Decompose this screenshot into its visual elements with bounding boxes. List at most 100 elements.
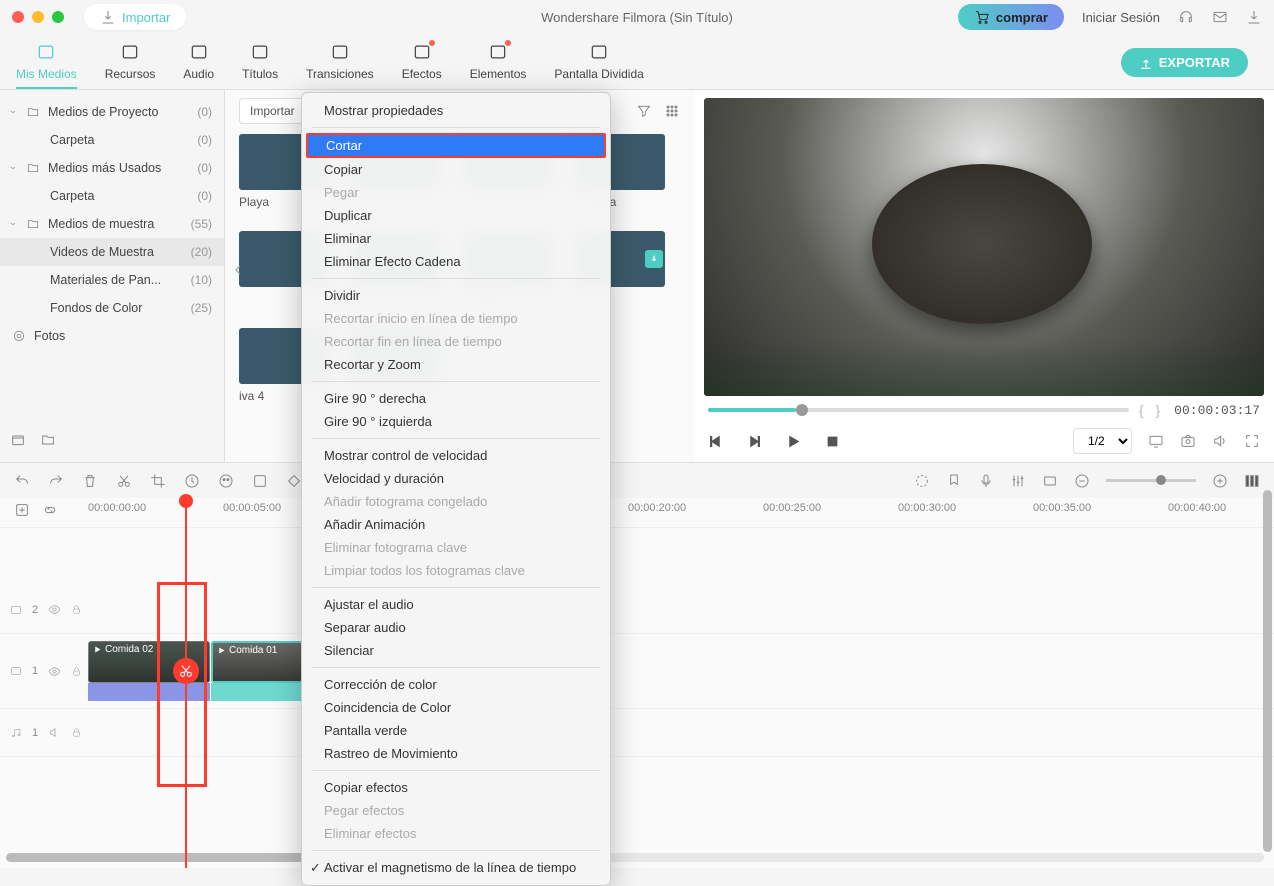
ctx-eliminar-efecto-cadena[interactable]: Eliminar Efecto Cadena <box>302 250 610 273</box>
mask-icon[interactable] <box>1042 473 1058 489</box>
sidebar-item[interactable]: Videos de Muestra(20) <box>0 238 224 266</box>
export-button[interactable]: EXPORTAR <box>1121 48 1248 77</box>
ctx-coincidencia-de-color[interactable]: Coincidencia de Color <box>302 696 610 719</box>
ctx-eliminar[interactable]: Eliminar <box>302 227 610 250</box>
ctx-a-adir-animaci-n[interactable]: Añadir Animación <box>302 513 610 536</box>
add-track-icon[interactable] <box>14 502 30 518</box>
lock-icon[interactable] <box>71 666 82 677</box>
next-frame-icon[interactable] <box>747 434 762 449</box>
ctx-rastreo-de-movimiento[interactable]: Rastreo de Movimiento <box>302 742 610 765</box>
ctx-velocidad-y-duraci-n[interactable]: Velocidad y duración <box>302 467 610 490</box>
grid-view-icon[interactable] <box>664 103 680 119</box>
undo-icon[interactable] <box>14 473 30 489</box>
tab-audio[interactable]: Audio <box>183 42 214 87</box>
import-dropdown[interactable]: Importar <box>239 98 306 124</box>
ctx-ajustar-el-audio[interactable]: Ajustar el audio <box>302 593 610 616</box>
audio-track-1[interactable]: 1 <box>0 709 1274 757</box>
fit-icon[interactable] <box>1244 473 1260 489</box>
timeline-clip-selected[interactable]: Comida 01 <box>211 641 303 683</box>
ctx-gire-90-izquierda[interactable]: Gire 90 ° izquierda <box>302 410 610 433</box>
snapshot-icon[interactable] <box>1180 433 1196 449</box>
maximize-window[interactable] <box>52 11 64 23</box>
ctx-separar-audio[interactable]: Separar audio <box>302 616 610 639</box>
ctx-activar-el-magnetismo-de-la-l-nea-de-tiempo[interactable]: Activar el magnetismo de la línea de tie… <box>302 856 610 879</box>
speaker-icon[interactable] <box>48 726 61 739</box>
buy-button[interactable]: comprar <box>958 4 1064 30</box>
video-viewer[interactable] <box>704 98 1264 396</box>
sidebar-item[interactable]: Materiales de Pan...(10) <box>0 266 224 294</box>
redo-icon[interactable] <box>48 473 64 489</box>
ctx-copiar[interactable]: Copiar <box>302 158 610 181</box>
seek-bar[interactable] <box>708 408 1129 412</box>
mail-icon[interactable] <box>1212 9 1228 25</box>
tab-transiciones[interactable]: Transiciones <box>306 42 374 87</box>
ctx-pantalla-verde[interactable]: Pantalla verde <box>302 719 610 742</box>
headset-icon[interactable] <box>1178 9 1194 25</box>
zoom-out-icon[interactable] <box>1074 473 1090 489</box>
timeline[interactable]: 00:00:00:0000:00:05:0000:00:20:0000:00:2… <box>0 498 1274 868</box>
eye-icon[interactable] <box>48 603 61 616</box>
import-button[interactable]: Importar <box>84 4 186 30</box>
tab-efectos[interactable]: Efectos <box>402 42 442 87</box>
play-icon[interactable] <box>786 434 801 449</box>
color-icon[interactable] <box>218 473 234 489</box>
prev-frame-icon[interactable] <box>708 434 723 449</box>
ctx-copiar-efectos[interactable]: Copiar efectos <box>302 776 610 799</box>
stop-icon[interactable] <box>825 434 840 449</box>
marker-icon[interactable] <box>946 473 962 489</box>
tab-títulos[interactable]: Títulos <box>242 42 278 87</box>
minimize-window[interactable] <box>32 11 44 23</box>
vertical-scrollbar[interactable] <box>1263 490 1272 852</box>
ctx-silenciar[interactable]: Silenciar <box>302 639 610 662</box>
sidebar-item[interactable]: Medios de Proyecto(0) <box>0 98 224 126</box>
tab-mis-medios[interactable]: Mis Medios <box>16 42 77 89</box>
sidebar-collapse-icon[interactable] <box>230 262 246 278</box>
speed-icon[interactable] <box>184 473 200 489</box>
login-link[interactable]: Iniciar Sesión <box>1082 10 1160 25</box>
sidebar-item[interactable]: Carpeta(0) <box>0 182 224 210</box>
clip-audio[interactable] <box>211 683 303 701</box>
download-icon[interactable] <box>1246 9 1262 25</box>
scissors-icon[interactable] <box>173 658 199 684</box>
ctx-gire-90-derecha[interactable]: Gire 90 ° derecha <box>302 387 610 410</box>
sidebar-item[interactable]: Medios más Usados(0) <box>0 154 224 182</box>
keyframe-icon[interactable] <box>286 473 302 489</box>
filter-icon[interactable] <box>636 103 652 119</box>
crop-icon[interactable] <box>150 473 166 489</box>
sidebar-item[interactable]: Fondos de Color(25) <box>0 294 224 322</box>
display-icon[interactable] <box>1148 433 1164 449</box>
split-icon[interactable] <box>116 473 132 489</box>
ctx-recortar-y-zoom[interactable]: Recortar y Zoom <box>302 353 610 376</box>
zoom-slider[interactable] <box>1106 479 1196 482</box>
ctx-duplicar[interactable]: Duplicar <box>302 204 610 227</box>
ctx-dividir[interactable]: Dividir <box>302 284 610 307</box>
eye-icon[interactable] <box>48 665 61 678</box>
tab-pantalla-dividida[interactable]: Pantalla Dividida <box>554 42 643 87</box>
link-track-icon[interactable] <box>42 502 58 518</box>
ctx-cortar[interactable]: Cortar <box>306 133 606 158</box>
delete-icon[interactable] <box>82 473 98 489</box>
lock-icon[interactable] <box>71 727 82 738</box>
sidebar-item[interactable]: Medios de muestra(55) <box>0 210 224 238</box>
ctx-mostrar-propiedades[interactable]: Mostrar propiedades <box>302 99 610 122</box>
tab-elementos[interactable]: Elementos <box>470 42 527 87</box>
new-folder-icon[interactable] <box>40 432 56 448</box>
tab-recursos[interactable]: Recursos <box>105 42 156 87</box>
video-track-2[interactable]: 2 <box>0 586 1274 634</box>
new-bin-icon[interactable] <box>10 432 26 448</box>
clip-audio[interactable] <box>88 683 210 701</box>
close-window[interactable] <box>12 11 24 23</box>
zoom-ratio-select[interactable]: 1/2 <box>1073 428 1132 454</box>
greenscreen-icon[interactable] <box>252 473 268 489</box>
render-icon[interactable] <box>914 473 930 489</box>
ctx-mostrar-control-de-velocidad[interactable]: Mostrar control de velocidad <box>302 444 610 467</box>
sidebar-item[interactable]: Carpeta(0) <box>0 126 224 154</box>
voiceover-icon[interactable] <box>978 473 994 489</box>
zoom-in-icon[interactable] <box>1212 473 1228 489</box>
in-out-brackets[interactable]: { } <box>1139 402 1164 418</box>
audio-mixer-icon[interactable] <box>1010 473 1026 489</box>
volume-icon[interactable] <box>1212 433 1228 449</box>
sidebar-item[interactable]: Fotos <box>0 322 224 350</box>
fullscreen-icon[interactable] <box>1244 433 1260 449</box>
horizontal-scrollbar[interactable] <box>6 853 1264 862</box>
